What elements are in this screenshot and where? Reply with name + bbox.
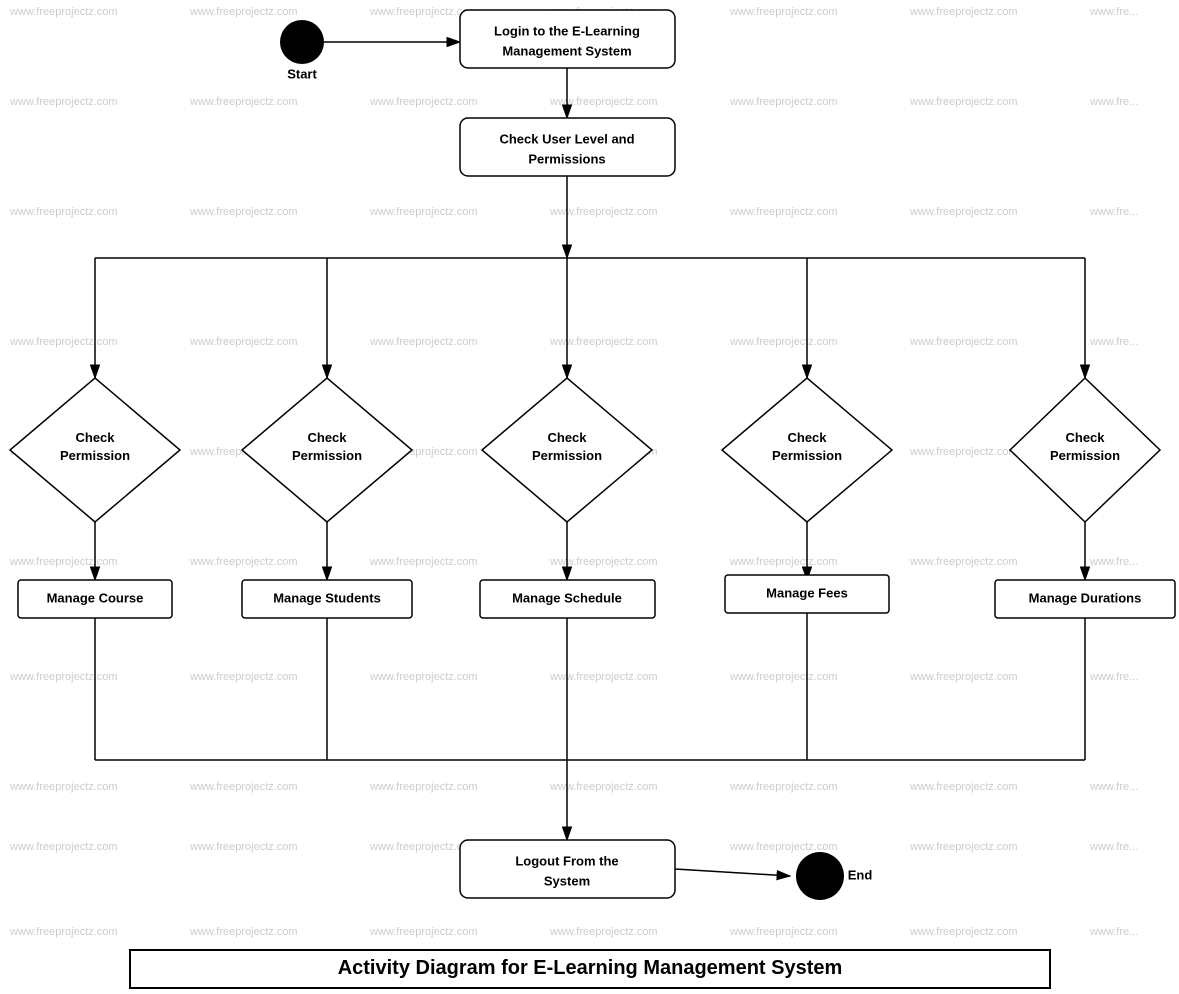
svg-text:www.freeprojectz.com: www.freeprojectz.com xyxy=(549,671,658,683)
check-user-text2: Permissions xyxy=(528,151,605,166)
svg-text:www.fre...: www.fre... xyxy=(1089,781,1138,793)
check-user-text1: Check User Level and xyxy=(499,131,634,146)
diamond1-text2: Permission xyxy=(60,448,130,463)
svg-text:www.freeprojectz.com: www.freeprojectz.com xyxy=(549,926,658,938)
logout-node xyxy=(460,840,675,898)
diamond3-text2: Permission xyxy=(532,448,602,463)
svg-text:www.freeprojectz.com: www.freeprojectz.com xyxy=(189,841,298,853)
svg-text:www.freeprojectz.com: www.freeprojectz.com xyxy=(189,926,298,938)
svg-text:www.freeprojectz.com: www.freeprojectz.com xyxy=(909,206,1018,218)
svg-text:www.freeprojectz.com: www.freeprojectz.com xyxy=(729,6,838,18)
arrow-logout-end xyxy=(675,869,790,876)
svg-text:www.freeprojectz.com: www.freeprojectz.com xyxy=(729,556,838,568)
svg-text:www.freeprojectz.com: www.freeprojectz.com xyxy=(729,671,838,683)
diamond4-text2: Permission xyxy=(772,448,842,463)
svg-text:www.freeprojectz.com: www.freeprojectz.com xyxy=(549,556,658,568)
manage-course-text: Manage Course xyxy=(47,590,144,605)
diamond2-text1: Check xyxy=(307,430,347,445)
svg-text:www.fre...: www.fre... xyxy=(1089,336,1138,348)
logout-text1: Logout From the xyxy=(515,853,618,868)
svg-text:www.fre...: www.fre... xyxy=(1089,206,1138,218)
svg-text:www.freeprojectz.com: www.freeprojectz.com xyxy=(729,926,838,938)
logout-text2: System xyxy=(544,873,590,888)
svg-text:www.freeprojectz.com: www.freeprojectz.com xyxy=(909,6,1018,18)
diamond1-text1: Check xyxy=(75,430,115,445)
start-label: Start xyxy=(287,66,317,81)
svg-text:www.freeprojectz.com: www.freeprojectz.com xyxy=(9,671,118,683)
svg-text:www.freeprojectz.com: www.freeprojectz.com xyxy=(909,336,1018,348)
svg-text:www.freeprojectz.com: www.freeprojectz.com xyxy=(189,96,298,108)
svg-text:www.freeprojectz.com: www.freeprojectz.com xyxy=(9,556,118,568)
svg-text:www.fre...: www.fre... xyxy=(1089,556,1138,568)
svg-text:www.freeprojectz.com: www.freeprojectz.com xyxy=(189,781,298,793)
diagram-container: www.freeprojectz.com www.freeprojectz.co… xyxy=(0,0,1179,994)
svg-text:www.freeprojectz.com: www.freeprojectz.com xyxy=(189,336,298,348)
svg-text:www.freeprojectz.com: www.freeprojectz.com xyxy=(729,841,838,853)
svg-text:www.freeprojectz.com: www.freeprojectz.com xyxy=(729,781,838,793)
diamond3-text1: Check xyxy=(547,430,587,445)
svg-text:www.freeprojectz.com: www.freeprojectz.com xyxy=(909,446,1018,458)
login-text-line2: Management System xyxy=(502,43,631,58)
svg-text:www.freeprojectz.com: www.freeprojectz.com xyxy=(909,96,1018,108)
svg-text:www.freeprojectz.com: www.freeprojectz.com xyxy=(369,671,478,683)
svg-text:www.fre...: www.fre... xyxy=(1089,6,1138,18)
svg-text:www.fre...: www.fre... xyxy=(1089,926,1138,938)
svg-text:www.freeprojectz.com: www.freeprojectz.com xyxy=(9,841,118,853)
svg-text:www.freeprojectz.com: www.freeprojectz.com xyxy=(9,206,118,218)
login-node xyxy=(460,10,675,68)
svg-text:www.freeprojectz.com: www.freeprojectz.com xyxy=(909,841,1018,853)
end-label: End xyxy=(848,867,873,882)
svg-text:www.freeprojectz.com: www.freeprojectz.com xyxy=(909,926,1018,938)
svg-text:www.freeprojectz.com: www.freeprojectz.com xyxy=(729,336,838,348)
svg-text:www.freeprojectz.com: www.freeprojectz.com xyxy=(189,206,298,218)
svg-text:www.freeprojectz.com: www.freeprojectz.com xyxy=(909,781,1018,793)
svg-text:www.freeprojectz.com: www.freeprojectz.com xyxy=(369,336,478,348)
svg-text:www.freeprojectz.com: www.freeprojectz.com xyxy=(369,96,478,108)
check-user-node xyxy=(460,118,675,176)
manage-durations-text: Manage Durations xyxy=(1029,590,1142,605)
end-circle xyxy=(796,852,844,900)
diamond5-text1: Check xyxy=(1065,430,1105,445)
svg-text:www.freeprojectz.com: www.freeprojectz.com xyxy=(189,556,298,568)
svg-text:www.freeprojectz.com: www.freeprojectz.com xyxy=(549,781,658,793)
start-circle xyxy=(280,20,324,64)
svg-text:www.freeprojectz.com: www.freeprojectz.com xyxy=(549,336,658,348)
svg-text:www.freeprojectz.com: www.freeprojectz.com xyxy=(549,96,658,108)
svg-text:www.freeprojectz.com: www.freeprojectz.com xyxy=(549,206,658,218)
svg-text:www.freeprojectz.com: www.freeprojectz.com xyxy=(909,556,1018,568)
svg-text:www.freeprojectz.com: www.freeprojectz.com xyxy=(369,781,478,793)
svg-text:www.freeprojectz.com: www.freeprojectz.com xyxy=(729,96,838,108)
manage-fees-text: Manage Fees xyxy=(766,585,848,600)
svg-text:www.fre...: www.fre... xyxy=(1089,96,1138,108)
svg-text:www.freeprojectz.com: www.freeprojectz.com xyxy=(369,926,478,938)
manage-students-text: Manage Students xyxy=(273,590,381,605)
svg-text:www.freeprojectz.com: www.freeprojectz.com xyxy=(369,556,478,568)
svg-text:www.freeprojectz.com: www.freeprojectz.com xyxy=(9,926,118,938)
svg-text:www.freeprojectz.com: www.freeprojectz.com xyxy=(9,336,118,348)
diamond2-text2: Permission xyxy=(292,448,362,463)
svg-text:www.freeprojectz.com: www.freeprojectz.com xyxy=(729,206,838,218)
login-text-line1: Login to the E-Learning xyxy=(494,23,640,38)
title-text: Activity Diagram for E-Learning Manageme… xyxy=(338,957,843,979)
diamond5-text2: Permission xyxy=(1050,448,1120,463)
svg-text:www.freeprojectz.com: www.freeprojectz.com xyxy=(9,781,118,793)
svg-text:www.fre...: www.fre... xyxy=(1089,671,1138,683)
svg-text:www.freeprojectz.com: www.freeprojectz.com xyxy=(189,6,298,18)
diamond4-text1: Check xyxy=(787,430,827,445)
manage-schedule-text: Manage Schedule xyxy=(512,590,622,605)
svg-text:www.fre...: www.fre... xyxy=(1089,841,1138,853)
svg-text:www.freeprojectz.com: www.freeprojectz.com xyxy=(189,671,298,683)
svg-text:www.freeprojectz.com: www.freeprojectz.com xyxy=(9,6,118,18)
svg-text:www.freeprojectz.com: www.freeprojectz.com xyxy=(369,206,478,218)
svg-text:www.freeprojectz.com: www.freeprojectz.com xyxy=(909,671,1018,683)
svg-text:www.freeprojectz.com: www.freeprojectz.com xyxy=(9,96,118,108)
